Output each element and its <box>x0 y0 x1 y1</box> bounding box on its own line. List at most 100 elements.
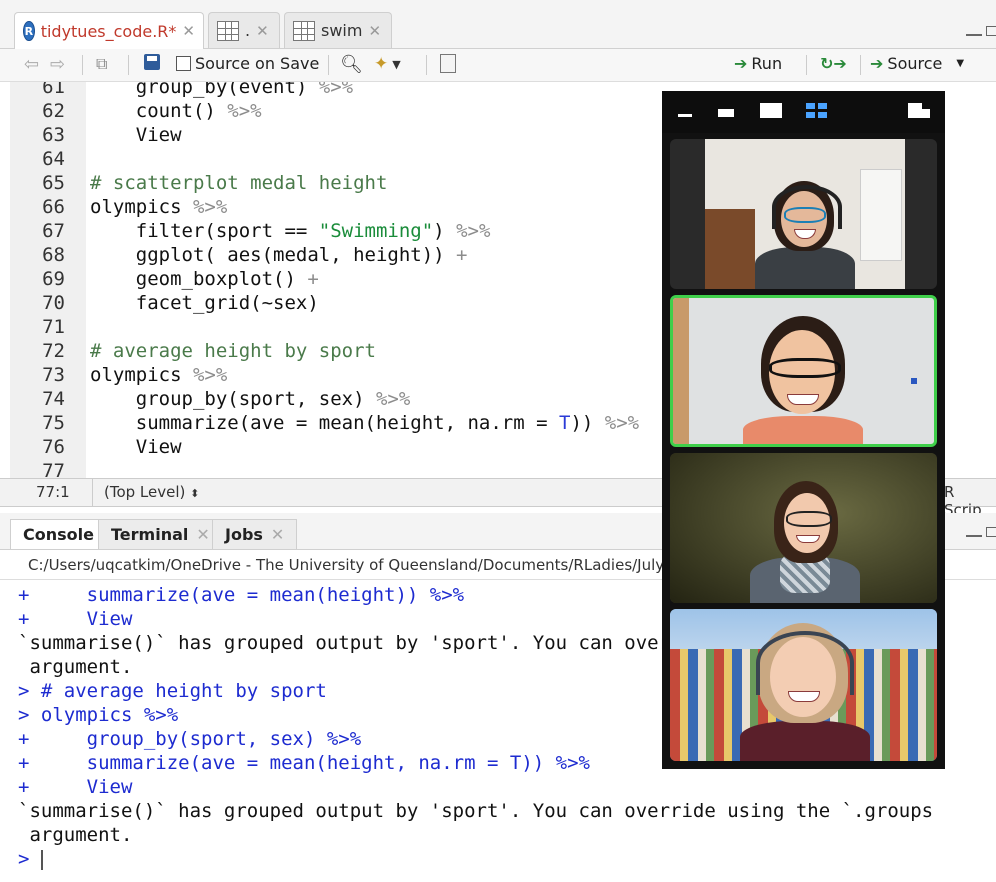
code-token: View <box>90 124 182 146</box>
code-text: olympics %>% <box>90 363 227 387</box>
participant-video-2[interactable] <box>670 295 937 447</box>
editor-tab-tidytues[interactable]: R tidytues_code.R* ✕ <box>14 12 204 49</box>
code-text: summarize(ave = mean(height, na.rm = T))… <box>90 411 639 435</box>
code-token: group_by(event) <box>90 82 319 98</box>
participant-video-4[interactable] <box>670 609 937 761</box>
code-token: %>% <box>456 220 491 242</box>
scope-indicator[interactable]: (Top Level) ⬍ <box>104 483 199 501</box>
line-number: 66 <box>42 196 65 218</box>
line-number: 62 <box>42 100 65 122</box>
console-prompt[interactable]: > <box>18 847 44 871</box>
tab-jobs[interactable]: Jobs ✕ <box>212 519 298 549</box>
thumbnail-view-icon[interactable] <box>718 109 734 117</box>
code-token: %>% <box>192 196 228 218</box>
line-number: 76 <box>42 436 65 458</box>
code-text: # scatterplot medal height <box>90 171 387 195</box>
console-line: argument. <box>18 823 132 847</box>
magic-wand-icon[interactable]: ✦ ▼ <box>374 54 401 74</box>
tab-label: Terminal <box>111 525 189 544</box>
back-arrow-icon[interactable]: ⇦ <box>24 54 39 75</box>
console-line: argument. <box>18 655 132 679</box>
code-token: filter(sport == <box>90 220 319 242</box>
code-token: count() <box>90 100 228 122</box>
run-label: Run <box>751 54 783 73</box>
console-line: + summarize(ave = mean(height, na.rm = T… <box>18 751 590 775</box>
console-text: + group_by(sport, sex) %>% <box>18 728 362 750</box>
show-in-window-icon[interactable]: ⧉ <box>96 54 107 74</box>
code-text: group_by(sport, sex) %>% <box>90 387 411 411</box>
line-number: 64 <box>42 148 65 170</box>
line-number: 75 <box>42 412 65 434</box>
close-icon[interactable]: ✕ <box>368 22 381 40</box>
line-number: 65 <box>42 172 65 194</box>
speaker-view-icon[interactable] <box>760 103 782 118</box>
editor-tab-label: swim <box>321 21 363 40</box>
code-token: # average height by sport <box>90 340 376 362</box>
search-icon[interactable]: 🔍︎ <box>340 54 363 75</box>
chevron-down-icon[interactable]: ▼ <box>956 58 964 69</box>
participant-video-1[interactable] <box>670 139 937 289</box>
save-icon[interactable] <box>144 54 160 70</box>
code-text: geom_boxplot() + <box>90 267 319 291</box>
editor-tab-swim[interactable]: swim ✕ <box>284 12 392 48</box>
editor-tab-data[interactable]: . ✕ <box>208 12 280 48</box>
participant-video-3[interactable] <box>670 453 937 603</box>
exit-fullscreen-icon[interactable] <box>908 103 930 118</box>
console-text: > <box>18 848 30 870</box>
code-token: group_by(sport, sex) <box>90 388 376 410</box>
console-text: + summarize(ave = mean(height, na.rm = T… <box>18 752 590 774</box>
tab-label: Console <box>23 525 94 544</box>
console-text: argument. <box>18 824 133 846</box>
rerun-icon[interactable]: ↻➔ <box>820 54 847 73</box>
run-button[interactable]: ➔ Run <box>734 54 782 73</box>
code-token: + <box>456 244 468 266</box>
line-number: 71 <box>42 316 65 338</box>
cursor-position: 77:1 <box>36 483 70 501</box>
scope-label: (Top Level) <box>104 483 186 501</box>
code-token: summarize(ave = mean(height, na.rm = <box>90 412 559 434</box>
tab-terminal[interactable]: Terminal ✕ <box>98 519 223 549</box>
maximize-pane-icon[interactable] <box>986 26 996 36</box>
data-table-icon <box>293 20 315 41</box>
console-line: > # average height by sport <box>18 679 327 703</box>
code-token: ) <box>433 220 457 242</box>
editor-toolbar: ⇦ ⇨ ⧉ Source on Save 🔍︎ ✦ ▼ ➔ Run ↻➔ ➔ So… <box>0 49 996 82</box>
minimize-icon[interactable] <box>678 114 692 117</box>
console-line: + summarize(ave = mean(height)) %>% <box>18 583 464 607</box>
code-text: # average height by sport <box>90 339 376 363</box>
tab-label: Jobs <box>225 525 263 544</box>
code-token: )) <box>570 412 605 434</box>
code-token: + <box>307 268 319 290</box>
minimize-pane-icon[interactable] <box>966 535 982 537</box>
console-line: + View <box>18 607 132 631</box>
close-icon[interactable]: ✕ <box>196 525 209 544</box>
close-icon[interactable]: ✕ <box>256 22 269 40</box>
console-text: + View <box>18 608 133 630</box>
compile-report-icon[interactable] <box>440 54 456 73</box>
code-text: ggplot( aes(medal, height)) + <box>90 243 468 267</box>
maximize-pane-icon[interactable] <box>986 527 996 537</box>
checkbox[interactable] <box>176 56 191 71</box>
gallery-view-icon[interactable] <box>806 103 828 119</box>
code-token: facet_grid(~sex) <box>90 292 319 314</box>
source-button[interactable]: ➔ Source ▼ <box>870 54 964 73</box>
line-number: 74 <box>42 388 65 410</box>
line-number: 67 <box>42 220 65 242</box>
console-line: `summarise()` has grouped output by 'spo… <box>18 799 933 823</box>
console-text: > # average height by sport <box>18 680 327 702</box>
line-number: 69 <box>42 268 65 290</box>
forward-arrow-icon[interactable]: ⇨ <box>50 54 65 75</box>
code-text: View <box>90 435 182 459</box>
code-text: filter(sport == "Swimming") %>% <box>90 219 491 243</box>
editor-tab-label: . <box>245 21 251 40</box>
close-icon[interactable]: ✕ <box>271 525 284 544</box>
r-file-icon: R <box>23 21 35 41</box>
minimize-pane-icon[interactable] <box>966 34 982 36</box>
code-text: group_by(event) %>% <box>90 82 353 99</box>
source-on-save-checkbox[interactable]: Source on Save <box>176 54 319 73</box>
editor-tab-label: tidytues_code.R* <box>40 21 177 41</box>
close-icon[interactable]: ✕ <box>182 22 195 40</box>
line-number: 77 <box>42 460 65 478</box>
tab-console[interactable]: Console <box>10 519 107 549</box>
console-text: `summarise()` has grouped output by 'spo… <box>18 800 934 822</box>
